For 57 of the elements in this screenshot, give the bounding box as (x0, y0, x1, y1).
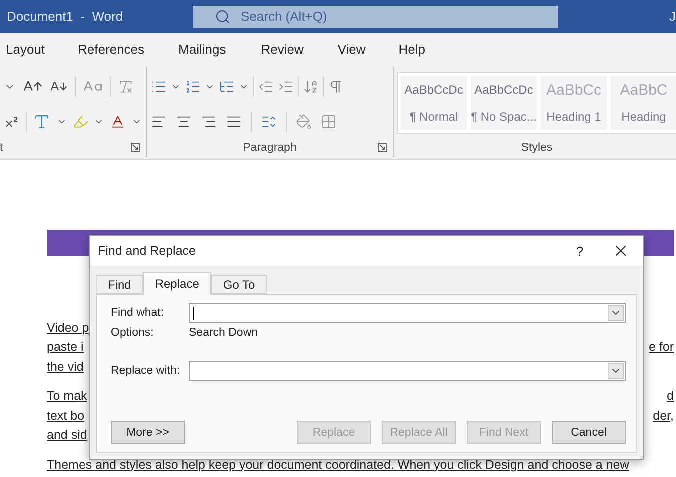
clear-formatting-icon[interactable] (118, 78, 134, 94)
style-tile[interactable]: AaBbCcDc ¶ Normal (401, 76, 467, 130)
dialog-launcher-icon[interactable] (378, 143, 387, 152)
ribbon-tab[interactable]: Review (261, 42, 304, 56)
style-tile[interactable]: AaBbCcDc ¶ No Spac... (471, 76, 537, 130)
document-text: e for (648, 340, 674, 354)
ribbon-tab[interactable]: Help (398, 42, 426, 56)
dialog-tab[interactable]: Go To (211, 275, 268, 294)
group-label: t (0, 142, 4, 154)
document-text: text bo (47, 408, 85, 423)
borders-icon[interactable] (321, 114, 337, 130)
style-preview: AaBbCc (546, 82, 602, 99)
document-text: and sid (47, 428, 88, 442)
style-name: Heading 1 (546, 110, 602, 124)
dialog-button[interactable]: More >> (111, 421, 185, 444)
font-color-icon[interactable] (110, 114, 126, 130)
document-text: the vid (47, 360, 84, 374)
field-label: Options: (111, 327, 155, 339)
style-preview: AaBbC (620, 82, 668, 99)
shading-icon[interactable] (296, 114, 312, 130)
style-name: ¶ No Spac... (471, 110, 537, 124)
field-label: Find what: (111, 307, 166, 319)
replace-with-field[interactable] (189, 361, 626, 381)
ribbon-tab[interactable]: Mailings (178, 42, 226, 56)
dialog-launcher-icon[interactable] (131, 143, 140, 152)
style-preview: AaBbCcDc (404, 82, 464, 96)
text-effects-icon[interactable] (32, 112, 51, 130)
document-text: paste i (47, 340, 84, 354)
document-text: der, (653, 408, 674, 423)
style-tile[interactable]: AaBbC Heading (611, 76, 676, 130)
field-label: Replace with: (111, 365, 182, 377)
help-button[interactable]: ? (565, 242, 595, 260)
pilcrow-icon[interactable] (328, 78, 344, 94)
account-initial[interactable]: J (670, 9, 676, 24)
sort-icon[interactable] (303, 78, 319, 94)
ribbon-tab[interactable]: References (78, 42, 145, 56)
document-text: To mak (47, 389, 88, 404)
dialog-tab[interactable]: Replace (143, 272, 212, 295)
dialog-button[interactable]: Cancel (552, 421, 626, 444)
find-what-field[interactable] (189, 303, 626, 323)
document-text: Video p (47, 320, 90, 335)
group-label: Styles (521, 142, 553, 154)
search-icon (215, 8, 231, 24)
style-name: ¶ Normal (410, 110, 458, 124)
dialog-tab[interactable]: Find (96, 275, 144, 294)
dialog-title: Find and Replace (98, 244, 197, 258)
window-title: Document1 - Word (7, 9, 124, 24)
style-tile[interactable]: AaBbCc Heading 1 (541, 76, 607, 130)
document-text: Themes and styles also help keep your document coordinated. When you click Design and choose a new (47, 458, 630, 472)
numbering-icon[interactable] (185, 78, 201, 94)
options-value: Search Down (189, 327, 260, 339)
style-preview: AaBbCcDc (474, 82, 534, 96)
ribbon-tab[interactable]: View (338, 42, 366, 56)
document-text: d (667, 389, 674, 404)
style-name: Heading (622, 110, 666, 124)
ribbon-tab[interactable]: Layout (6, 42, 46, 56)
group-label: Paragraph (243, 142, 297, 154)
